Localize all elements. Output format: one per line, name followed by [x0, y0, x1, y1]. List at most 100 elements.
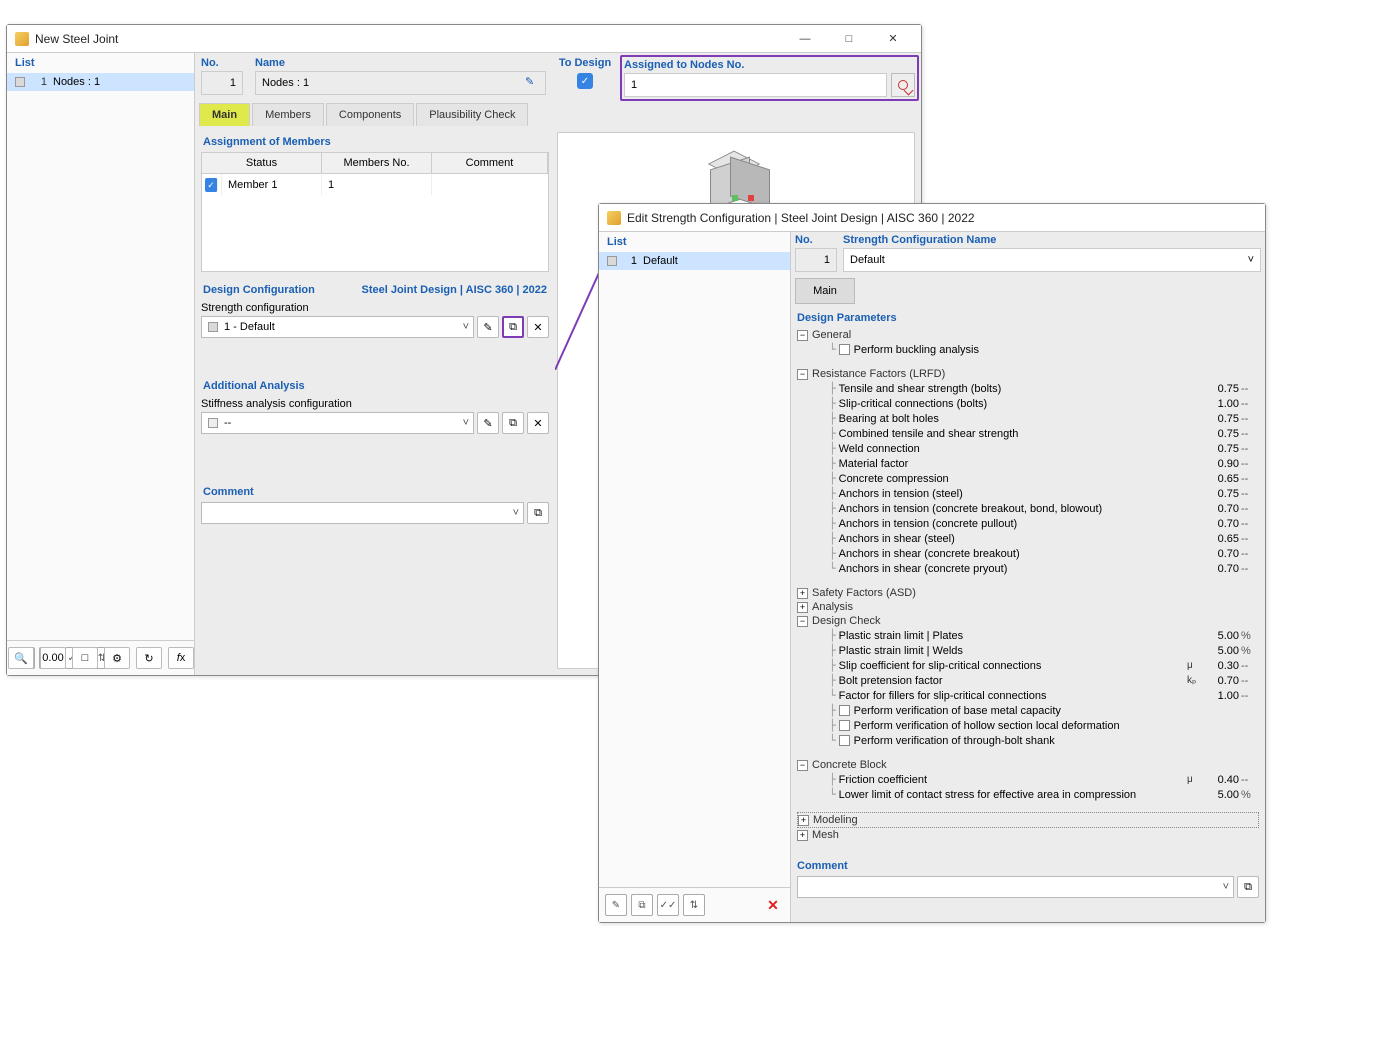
param-row[interactable]: ├Friction coefficientμ0.40-- — [797, 772, 1259, 787]
new-button[interactable]: ✎ — [605, 894, 627, 916]
tree-modeling[interactable]: +Modeling — [797, 812, 1259, 828]
list-item-swatch — [15, 77, 25, 87]
param-row[interactable]: └Lower limit of contact stress for effec… — [797, 787, 1259, 802]
stiffness-label: Stiffness analysis configuration — [201, 396, 549, 412]
param-row[interactable]: ├Slip coefficient for slip-critical conn… — [797, 658, 1259, 673]
tab-plausibility[interactable]: Plausibility Check — [416, 103, 528, 126]
comment-copy-button[interactable]: ⧉ — [527, 502, 549, 524]
param-row[interactable]: ├Slip-critical connections (bolts)1.00-- — [797, 396, 1259, 411]
param-row[interactable]: ├Anchors in shear (concrete breakout)0.7… — [797, 546, 1259, 561]
tool-filter[interactable]: ⚙ — [104, 647, 130, 669]
name-field[interactable]: Nodes : 1 ✎ — [255, 71, 546, 95]
design-config-title: Design Configuration — [201, 280, 317, 300]
tab-members[interactable]: Members — [252, 103, 324, 126]
col-members-no: Members No. — [322, 153, 432, 173]
minimize-button[interactable]: — — [785, 27, 825, 51]
close-button[interactable]: ✕ — [873, 27, 913, 51]
list-header: List — [599, 232, 790, 252]
checkbox[interactable] — [839, 735, 850, 746]
comment-copy-button[interactable]: ⧉ — [1237, 876, 1259, 898]
new-config-button[interactable]: ✎ — [477, 316, 499, 338]
sort-button[interactable]: ⇅ — [683, 894, 705, 916]
tree-mesh[interactable]: +Mesh — [797, 828, 1259, 842]
joint-preview-icon — [710, 153, 762, 205]
edit-stiffness-button[interactable]: ⧉ — [502, 412, 524, 434]
member-row[interactable]: Member 1 1 — [202, 174, 548, 196]
tree-concrete-block[interactable]: −Concrete Block — [797, 758, 1259, 772]
strength-dropdown[interactable]: 1 - Default˅ — [201, 316, 474, 338]
checkbox[interactable] — [839, 720, 850, 731]
edit-name-icon[interactable]: ✎ — [525, 75, 541, 91]
pick-nodes-button[interactable] — [891, 73, 915, 97]
stiffness-dropdown[interactable]: --˅ — [201, 412, 474, 434]
tree-design-check[interactable]: −Design Check — [797, 614, 1259, 628]
tool-view[interactable]: □ — [72, 647, 98, 669]
edit-config-button[interactable]: ⧉ — [502, 316, 524, 338]
param-row[interactable]: ├Anchors in shear (steel)0.65-- — [797, 531, 1259, 546]
delete-stiffness-button[interactable]: ✕ — [527, 412, 549, 434]
maximize-button[interactable]: □ — [829, 27, 869, 51]
delete-config-button[interactable]: ✕ — [527, 316, 549, 338]
app-icon — [15, 32, 29, 46]
name-label: Strength Configuration Name — [843, 234, 1261, 246]
param-row[interactable]: ├Plastic strain limit | Welds5.00% — [797, 643, 1259, 658]
copy-button[interactable]: ⧉ — [631, 894, 653, 916]
no-field[interactable]: 1 — [795, 248, 837, 272]
param-row[interactable]: ├Anchors in tension (concrete breakout, … — [797, 501, 1259, 516]
app-icon — [607, 211, 621, 225]
no-field[interactable]: 1 — [201, 71, 243, 95]
list-item[interactable]: 1 Nodes : 1 — [7, 73, 194, 91]
dc-check3[interactable]: └Perform verification of through-bolt sh… — [797, 733, 1259, 748]
checkbox[interactable] — [839, 705, 850, 716]
check-button[interactable]: ✓✓ — [657, 894, 679, 916]
tool-refresh[interactable]: ↻ — [136, 647, 162, 669]
list-item[interactable]: 1 Default — [599, 252, 790, 270]
parameters-tree: Design Parameters −General └Perform buck… — [791, 304, 1265, 922]
titlebar: Edit Strength Configuration | Steel Join… — [599, 204, 1265, 232]
to-design-checkbox[interactable] — [577, 73, 593, 89]
param-row[interactable]: └Anchors in shear (concrete pryout)0.70-… — [797, 561, 1259, 576]
param-row[interactable]: ├Combined tensile and shear strength0.75… — [797, 426, 1259, 441]
perform-buckling-row[interactable]: └Perform buckling analysis — [797, 342, 1259, 357]
assigned-label: Assigned to Nodes No. — [624, 59, 915, 71]
tree-analysis[interactable]: +Analysis — [797, 600, 1259, 614]
param-row[interactable]: └Factor for fillers for slip-critical co… — [797, 688, 1259, 703]
tree-safety-factors[interactable]: +Safety Factors (ASD) — [797, 586, 1259, 600]
new-stiffness-button[interactable]: ✎ — [477, 412, 499, 434]
param-row[interactable]: ├Anchors in tension (steel)0.75-- — [797, 486, 1259, 501]
comment-field[interactable]: ˅ — [201, 502, 524, 524]
list-pane: List 1 Default ✎ ⧉ ✓✓ ⇅ ✕ — [599, 232, 791, 922]
tree-resistance-factors[interactable]: −Resistance Factors (LRFD) — [797, 367, 1259, 381]
tool-function[interactable]: fx — [168, 647, 194, 669]
param-row[interactable]: ├Bearing at bolt holes0.75-- — [797, 411, 1259, 426]
tool-units[interactable]: 0.00 — [40, 647, 66, 669]
chevron-down-icon: ˅ — [463, 417, 469, 429]
member-checkbox[interactable] — [205, 178, 218, 192]
tree-general[interactable]: −General — [797, 328, 1259, 342]
assigned-field[interactable] — [624, 73, 887, 97]
chevron-down-icon: ˅ — [513, 507, 519, 519]
param-row[interactable]: ├Weld connection0.75-- — [797, 441, 1259, 456]
edit-strength-config-window: Edit Strength Configuration | Steel Join… — [598, 203, 1266, 923]
param-row[interactable]: ├Bolt pretension factorkₚ0.70-- — [797, 673, 1259, 688]
tab-main[interactable]: Main — [199, 103, 250, 126]
checkbox[interactable] — [839, 344, 850, 355]
param-row[interactable]: ├Material factor0.90-- — [797, 456, 1259, 471]
design-config-standard: Steel Joint Design | AISC 360 | 2022 — [360, 280, 550, 300]
col-status: Status — [202, 153, 322, 173]
param-row[interactable]: ├Concrete compression0.65-- — [797, 471, 1259, 486]
tab-main[interactable]: Main — [795, 278, 855, 304]
tab-components[interactable]: Components — [326, 103, 414, 126]
comment-field[interactable]: ˅ — [797, 876, 1234, 898]
comment-title: Comment — [201, 482, 549, 502]
dc-check2[interactable]: ├Perform verification of hollow section … — [797, 718, 1259, 733]
list-toolbar: ✎ ⧉ ✓✓ ⇅ ✕ — [599, 887, 790, 922]
param-row[interactable]: ├Tensile and shear strength (bolts)0.75-… — [797, 381, 1259, 396]
chevron-down-icon: ˅ — [1223, 881, 1229, 893]
param-row[interactable]: ├Plastic strain limit | Plates5.00% — [797, 628, 1259, 643]
dc-check1[interactable]: ├Perform verification of base metal capa… — [797, 703, 1259, 718]
param-row[interactable]: ├Anchors in tension (concrete pullout)0.… — [797, 516, 1259, 531]
delete-button[interactable]: ✕ — [762, 894, 784, 916]
tool-search[interactable]: 🔍 — [8, 647, 34, 669]
name-field[interactable]: Default ˅ — [843, 248, 1261, 272]
